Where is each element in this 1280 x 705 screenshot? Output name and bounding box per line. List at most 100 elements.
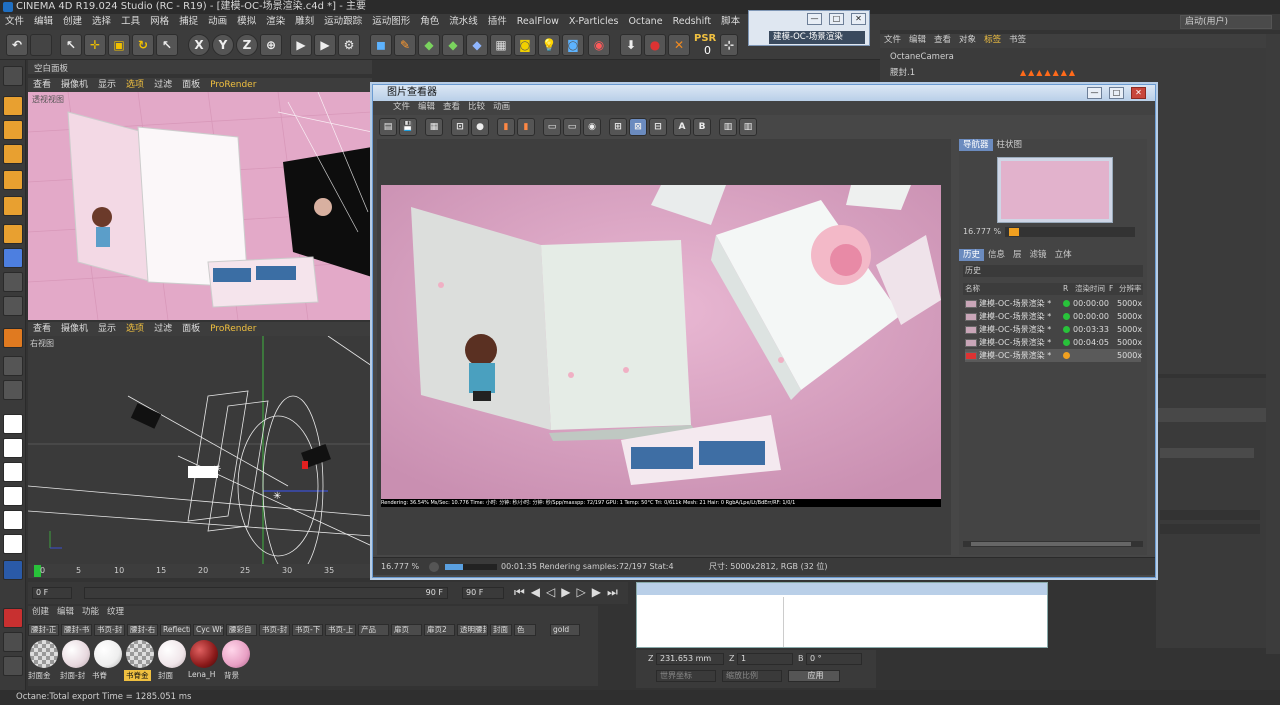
undo-icon[interactable]: ↶ — [6, 34, 28, 56]
viewport-perspective[interactable]: 查看 摄像机 显示 选项 过滤 面板 ProRender 透视视图 — [28, 78, 372, 320]
vp-top-menu-filter[interactable]: 过滤 — [149, 80, 177, 90]
pv-menu-compare[interactable]: 比较 — [464, 101, 489, 113]
camera-icon[interactable]: ◙ — [514, 34, 536, 56]
material-chip[interactable]: 扉页2 — [424, 624, 455, 636]
menu-script[interactable]: 脚本 — [716, 14, 745, 30]
pv-tab-layers[interactable]: 层 — [1009, 249, 1026, 261]
select-arrow-icon[interactable]: ↖ — [60, 34, 82, 56]
layout-quad-icon[interactable] — [3, 438, 23, 458]
pv-menu-file[interactable]: 文件 — [389, 101, 414, 113]
material-chip[interactable]: 腰封-书 — [61, 624, 92, 636]
pv-tab-histogram[interactable]: 柱状图 — [993, 139, 1027, 151]
material-chip[interactable]: gold — [550, 624, 580, 636]
menu-mograph[interactable]: 运动图形 — [367, 14, 415, 30]
pv-channel-b-icon[interactable]: ▮ — [517, 118, 535, 136]
texture-mode-icon[interactable] — [3, 120, 23, 140]
attributes-input[interactable] — [1160, 448, 1254, 458]
vp-top-menu-camera[interactable]: 摄像机 — [56, 80, 93, 90]
axis-x-button[interactable]: X — [188, 34, 210, 56]
layout-split-h-icon[interactable] — [3, 486, 23, 506]
material-chip[interactable]: 腰彩自 — [226, 624, 257, 636]
vp-top-menu-view[interactable]: 查看 — [28, 80, 56, 90]
rotate-icon[interactable]: ↻ — [132, 34, 154, 56]
cloner-icon[interactable]: ◆ — [442, 34, 464, 56]
material-chip[interactable]: 封面 — [490, 624, 512, 636]
vp-bottom-menu-view[interactable]: 查看 — [28, 324, 56, 334]
mini-close-button[interactable]: ✕ — [851, 13, 866, 25]
points-mode-icon[interactable] — [3, 144, 23, 164]
vp-bottom-menu-options[interactable]: 选项 — [121, 324, 149, 334]
menu-animate[interactable]: 动画 — [203, 14, 232, 30]
material-chip[interactable]: 书页-封 — [259, 624, 290, 636]
history-row[interactable]: 建模-OC-场景渲染 * 00:00:00 5000x — [965, 310, 1142, 323]
vp-bottom-menu-camera[interactable]: 摄像机 — [56, 324, 93, 334]
pv-menu-animate[interactable]: 动画 — [489, 101, 514, 113]
material-chip[interactable]: 腰封-右 — [127, 624, 158, 636]
pv-close-button[interactable]: ✕ — [1131, 87, 1146, 99]
make-editable-icon[interactable] — [3, 66, 23, 86]
model-mode-icon[interactable] — [3, 96, 23, 116]
pv-stop-icon[interactable]: ◉ — [583, 118, 601, 136]
pv-layout-a-icon[interactable]: ▥ — [719, 118, 737, 136]
menu-motion-tracker[interactable]: 运动跟踪 — [319, 14, 367, 30]
coord-z2-field[interactable]: 1 — [737, 653, 793, 665]
viewport-right[interactable]: 查看 摄像机 显示 选项 过滤 面板 ProRender 右视图 ✳ ✳ — [28, 322, 372, 564]
axis-z-button[interactable]: Z — [236, 34, 258, 56]
material-swatch[interactable] — [94, 640, 122, 668]
menu-pipeline[interactable]: 流水线 — [444, 14, 483, 30]
material-swatch[interactable] — [222, 640, 250, 668]
pv-history-scrollbar[interactable] — [963, 541, 1143, 547]
history-row[interactable]: 建模-OC-场景渲染 * 00:04:05 5000x — [965, 336, 1142, 349]
pv-ab-icon[interactable]: ⊟ — [649, 118, 667, 136]
materials-tab-create[interactable]: 创建 — [28, 606, 53, 618]
menu-octane[interactable]: Octane — [623, 14, 667, 30]
menu-xparticles[interactable]: X-Particles — [564, 14, 624, 30]
mini-window-title[interactable]: 建模-OC-场景渲染 — [769, 31, 865, 44]
menu-tools[interactable]: 工具 — [116, 14, 145, 30]
material-chip[interactable]: 书页-封 — [94, 624, 125, 636]
menu-plugins[interactable]: 插件 — [483, 14, 512, 30]
start-frame-field[interactable]: 0 F — [32, 587, 72, 599]
objects-tab-file[interactable]: 文件 — [880, 34, 905, 46]
material-chip[interactable]: 扉页 — [391, 624, 422, 636]
pv-zoom-slider[interactable] — [1005, 227, 1135, 237]
layout-four-icon[interactable] — [3, 534, 23, 554]
vp-top-menu-panel[interactable]: 面板 — [177, 80, 205, 90]
cube-icon[interactable]: ◼ — [370, 34, 392, 56]
material-chip[interactable]: Reflectn — [160, 624, 191, 636]
pv-maximize-button[interactable]: □ — [1109, 87, 1124, 99]
close-panel-icon[interactable] — [3, 608, 23, 628]
material-swatch[interactable] — [190, 640, 218, 668]
material-swatch[interactable] — [30, 640, 58, 668]
objects-tab-edit[interactable]: 编辑 — [905, 34, 930, 46]
subdivision-icon[interactable]: ◆ — [418, 34, 440, 56]
menu-create[interactable]: 创建 — [58, 14, 87, 30]
pv-tab-navigator[interactable]: 导航器 — [959, 139, 993, 151]
timeline-ruler[interactable]: 0 5 10 15 20 25 30 35 — [28, 564, 372, 578]
deformer-icon[interactable]: ◆ — [466, 34, 488, 56]
menu-file[interactable]: 文件 — [0, 14, 29, 30]
layout-single-icon[interactable] — [3, 414, 23, 434]
pv-a-icon[interactable]: A — [673, 118, 691, 136]
material-chip[interactable]: 产品 — [358, 624, 389, 636]
world-coord-select[interactable]: 世界坐标 — [656, 670, 716, 682]
move-icon[interactable]: ✛ — [84, 34, 106, 56]
pv-layout-b-icon[interactable]: ▥ — [739, 118, 757, 136]
render-picture-viewer-icon[interactable]: ▶ — [314, 34, 336, 56]
pv-tab-history[interactable]: 历史 — [959, 249, 985, 261]
materials-tab-texture[interactable]: 纹理 — [103, 606, 128, 618]
material-chip[interactable]: 透明腰封 — [457, 624, 488, 636]
floor-icon[interactable]: ▦ — [490, 34, 512, 56]
solo-icon[interactable] — [3, 296, 23, 316]
pv-tab-stereo[interactable]: 立体 — [1051, 249, 1076, 261]
scale-icon[interactable]: ▣ — [108, 34, 130, 56]
menu-select[interactable]: 选择 — [87, 14, 116, 30]
material-swatch[interactable] — [62, 640, 90, 668]
redo-icon[interactable] — [30, 34, 52, 56]
pv-minimize-button[interactable]: — — [1087, 87, 1102, 99]
edges-mode-icon[interactable] — [3, 170, 23, 190]
pv-open-icon[interactable]: ▤ — [379, 118, 397, 136]
layout-triple-icon[interactable] — [3, 510, 23, 530]
vp-bottom-prorender[interactable]: ProRender — [205, 324, 261, 334]
pv-menu-edit[interactable]: 编辑 — [414, 101, 439, 113]
